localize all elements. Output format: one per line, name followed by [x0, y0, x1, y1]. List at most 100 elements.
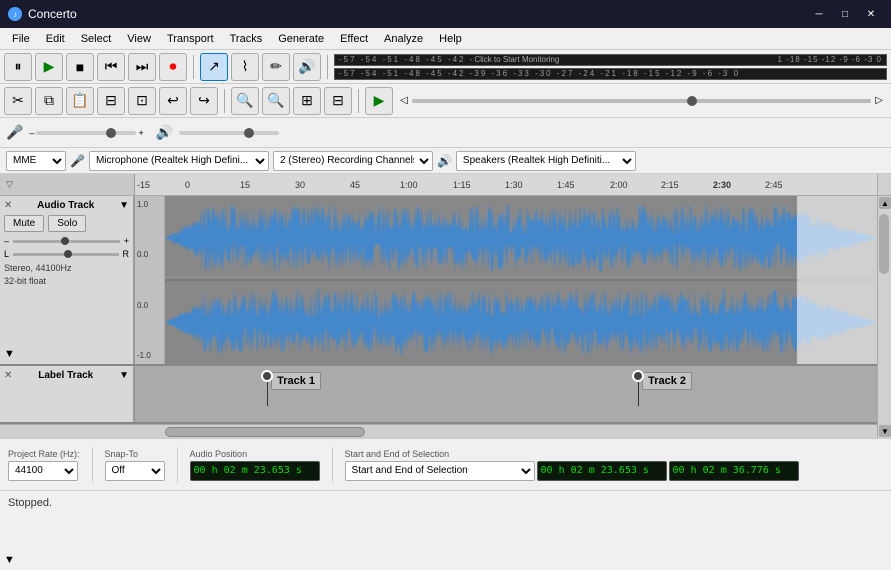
envelope-tool[interactable]: ⌇ [231, 53, 259, 81]
menu-edit[interactable]: Edit [38, 31, 73, 47]
pencil-tool[interactable]: ✏ [262, 53, 290, 81]
device-bar: MME 🎤 Microphone (Realtek High Defini...… [0, 148, 891, 174]
tick-100: 1:00 [400, 180, 418, 190]
vscroll-down[interactable]: ▼ [879, 425, 891, 437]
close-button[interactable]: ✕ [859, 3, 883, 25]
next-button[interactable]: ⏭ [128, 53, 156, 81]
tick-145: 1:45 [557, 180, 575, 190]
vol-minus: – [4, 236, 9, 246]
project-rate-select[interactable]: 44100 [8, 461, 78, 481]
waveform-area: 1.0 0.0 0.0 -1.0 [135, 196, 877, 364]
zoom-in-button[interactable]: 🔍 [231, 87, 259, 115]
mic-icon: 🎤 [6, 124, 23, 141]
snap-to-label: Snap-To [105, 449, 165, 459]
status-bar: Stopped. [0, 490, 891, 514]
selection-group: Start and End of Selection Start and End… [345, 449, 799, 481]
menu-tracks[interactable]: Tracks [222, 31, 271, 47]
volume-slider[interactable] [13, 240, 120, 243]
play-green-button[interactable]: ▶ [365, 87, 393, 115]
audio-track-dropdown[interactable]: ▼ [119, 200, 129, 211]
tick-n15: -15 [137, 180, 150, 190]
pan-slider[interactable] [13, 253, 118, 256]
selection-start-input[interactable] [537, 461, 667, 481]
mic-small-icon: 🎤 [70, 154, 85, 168]
copy-button[interactable]: ⧉ [35, 87, 63, 115]
label-marker-2[interactable]: Track 2 [632, 370, 644, 406]
label-track-dropdown[interactable]: ▼ [119, 370, 129, 381]
bottom-toolbar: Project Rate (Hz): 44100 Snap-To Off Aud… [0, 438, 891, 490]
channels-select[interactable]: 2 (Stereo) Recording Channels [273, 151, 433, 171]
undo-button[interactable]: ↩ [159, 87, 187, 115]
window-controls: ─ □ ✕ [807, 3, 883, 25]
label-content: Track 1 Track 2 [135, 366, 877, 422]
zoom-fit-button[interactable]: ⊟ [324, 87, 352, 115]
y-label-top: 1.0 [137, 200, 162, 209]
solo-button[interactable]: Solo [48, 215, 86, 232]
vol-plus: + [124, 236, 129, 246]
track2-label: Track 2 [642, 372, 692, 390]
output-level-slider[interactable] [179, 131, 279, 135]
menu-transport[interactable]: Transport [159, 31, 222, 47]
menu-analyze[interactable]: Analyze [376, 31, 431, 47]
selection-label: Start and End of Selection [345, 449, 799, 459]
label-track-name: Label Track [38, 370, 93, 381]
project-rate-group: Project Rate (Hz): 44100 [8, 449, 80, 481]
play-button[interactable]: ▶ [35, 53, 63, 81]
mute-button[interactable]: Mute [4, 215, 44, 232]
cut-button[interactable]: ✂ [4, 87, 32, 115]
trim-button[interactable]: ⊟ [97, 87, 125, 115]
menu-select[interactable]: Select [73, 31, 120, 47]
sep-bottom-2 [177, 447, 178, 483]
speaker-small-icon: 🔊 [437, 154, 452, 168]
title-bar: ♪ Concerto ─ □ ✕ [0, 0, 891, 28]
track-info: Stereo, 44100Hz 32-bit float [4, 262, 129, 287]
hscroll-thumb[interactable] [165, 427, 365, 437]
y-label-mid2: 0.0 [137, 301, 162, 310]
record-button[interactable]: ⏺ [159, 53, 187, 81]
selection-tool[interactable]: ↗ [200, 53, 228, 81]
speaker-select[interactable]: Speakers (Realtek High Definiti... [456, 151, 636, 171]
separator-4 [358, 89, 359, 113]
playback-speed-slider[interactable] [412, 99, 872, 103]
label-track-close[interactable]: ✕ [4, 370, 12, 381]
menu-generate[interactable]: Generate [270, 31, 332, 47]
microphone-select[interactable]: Microphone (Realtek High Defini... [89, 151, 269, 171]
audio-pos-input[interactable] [190, 461, 320, 481]
separator-2 [327, 55, 328, 79]
redo-button[interactable]: ↪ [190, 87, 218, 115]
menu-file[interactable]: File [4, 31, 38, 47]
menu-effect[interactable]: Effect [332, 31, 376, 47]
selection-mode-select[interactable]: Start and End of Selection [345, 461, 535, 481]
paste-button[interactable]: 📋 [66, 87, 94, 115]
zoom-out-button[interactable]: 🔍 [262, 87, 290, 115]
zoom-sel-button[interactable]: ⊞ [293, 87, 321, 115]
api-select[interactable]: MME [6, 151, 66, 171]
vscroll-thumb[interactable] [879, 214, 889, 274]
horizontal-scrollbar[interactable] [0, 424, 877, 438]
separator-1 [193, 55, 194, 79]
menu-bar: File Edit Select View Transport Tracks G… [0, 28, 891, 50]
snap-to-select[interactable]: Off [105, 461, 165, 481]
prev-button[interactable]: ⏮ [97, 53, 125, 81]
menu-view[interactable]: View [119, 31, 159, 47]
transport-toolbar: ⏸ ▶ ■ ⏮ ⏭ ⏺ ↗ ⌇ ✏ 🔊 -57 -54 -51 -48 -45 … [0, 50, 891, 84]
track-controls-label: ✕ Label Track ▼ ▼ [0, 366, 135, 422]
track1-label: Track 1 [271, 372, 321, 390]
selection-end-input[interactable] [669, 461, 799, 481]
input-level-slider[interactable] [36, 131, 136, 135]
minimize-button[interactable]: ─ [807, 3, 831, 25]
maximize-button[interactable]: □ [833, 3, 857, 25]
stop-button[interactable]: ■ [66, 53, 94, 81]
zoom-tool-small[interactable]: 🔊 [293, 53, 321, 81]
tick-30: 30 [295, 180, 305, 190]
track-close-audio[interactable]: ✕ [4, 200, 12, 211]
vertical-scrollbar[interactable]: ▲ ▼ [877, 196, 891, 438]
label-marker-1[interactable]: Track 1 [261, 370, 273, 406]
vscroll-up[interactable]: ▲ [879, 197, 891, 209]
pause-button[interactable]: ⏸ [4, 53, 32, 81]
audio-pos-label: Audio Position [190, 449, 320, 459]
menu-help[interactable]: Help [431, 31, 470, 47]
collapse-audio[interactable]: ▼ [4, 348, 15, 360]
timeline-ruler: ▽ -15 0 15 30 45 1:00 1:15 1:30 1:45 2:0… [0, 174, 891, 196]
silence-button[interactable]: ⊡ [128, 87, 156, 115]
